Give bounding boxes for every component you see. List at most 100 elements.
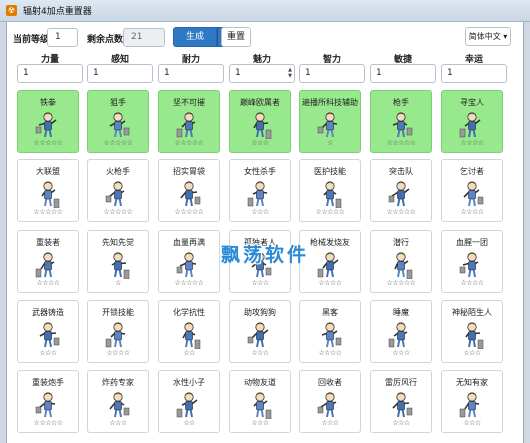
hacker-icon [316, 321, 344, 349]
language-select[interactable]: 简体中文 ▾ [465, 27, 511, 46]
stat-input[interactable]: 1 [299, 64, 365, 83]
perk-card[interactable]: 寻宝人 ☆☆☆☆ [441, 90, 503, 153]
generate-button[interactable]: 生成 [173, 27, 217, 47]
rifleman-icon [104, 111, 132, 139]
perk-stars: ☆☆☆☆☆ [315, 208, 345, 216]
idiot-savant-icon [458, 391, 486, 419]
perk-card[interactable]: 重装炮手 ☆☆☆☆☆ [17, 370, 79, 433]
perk-card[interactable]: 医护技能 ☆☆☆☆☆ [299, 159, 361, 222]
perk-card[interactable]: 先知先觉 ☆ [87, 230, 149, 293]
perk-stars: ☆☆☆☆ [460, 279, 484, 287]
window-title: 辐射4加点重置器 [23, 7, 92, 17]
stat-value: 1 [376, 68, 382, 78]
perk-card[interactable]: 重装者 ☆☆☆☆ [17, 230, 79, 293]
demolition-icon [104, 391, 132, 419]
perk-stars: ☆☆☆☆☆ [103, 139, 133, 147]
perk-card[interactable]: 遍播所科技辅助 ☆ [299, 90, 361, 153]
perk-stars: ☆☆☆☆☆ [386, 139, 416, 147]
perk-card[interactable]: 助攻狗狗 ☆☆☆ [229, 300, 291, 363]
perk-name: 动物友道 [244, 378, 276, 387]
perk-stars: ☆☆☆☆ [460, 139, 484, 147]
scrounger-icon [458, 111, 486, 139]
perk-card[interactable]: 神秘陌生人 ☆☆☆ [441, 300, 503, 363]
perk-stars: ☆☆☆☆ [460, 208, 484, 216]
perk-card[interactable]: 狙手 ☆☆☆☆☆ [87, 90, 149, 153]
perk-card[interactable]: 化学抗性 ☆☆ [158, 300, 220, 363]
perk-card[interactable]: 血腥一团 ☆☆☆☆ [441, 230, 503, 293]
medic-icon [316, 180, 344, 209]
perk-name: 重装炮手 [32, 378, 64, 387]
musket-icon [104, 180, 132, 208]
perk-stars: ☆☆☆ [251, 349, 269, 357]
perk-card[interactable]: 回收者 ☆☆☆ [299, 370, 361, 433]
animal-friend-icon [246, 391, 274, 420]
perk-card[interactable]: 火枪手 ☆☆☆☆☆ [87, 159, 149, 222]
perk-card[interactable]: 血量再满 ☆☆☆☆☆ [158, 230, 220, 293]
perk-name: 重装者 [36, 238, 60, 247]
armorer-icon [34, 251, 62, 279]
perk-name: 血量再满 [173, 238, 205, 247]
perk-card[interactable]: 突击队 ☆☆☆☆☆ [370, 159, 432, 222]
perk-stars: ☆☆☆☆☆ [33, 208, 63, 216]
main-panel: 当前等级 1 剩余点数 21 生成 ▾ 重置 简体中文 ▾ 力量1感知1耐力1魅… [6, 22, 524, 443]
perk-card[interactable]: 开锁技能 ☆☆☆☆ [87, 300, 149, 363]
perk-card[interactable]: 动物友道 ☆☆☆ [229, 370, 291, 433]
app-icon: ☢ [6, 5, 17, 16]
stat-input[interactable]: 1 [370, 64, 436, 83]
perk-card[interactable]: 潜行 ☆☆☆☆☆ [370, 230, 432, 293]
perk-stars: ☆☆ [183, 349, 195, 357]
perk-name: 神秘陌生人 [452, 308, 492, 317]
perk-name: 巅峰欧属者 [240, 98, 280, 107]
gunslinger-icon [387, 111, 415, 139]
stat-input[interactable]: 1 ▲ ▼ [229, 64, 295, 83]
perk-card[interactable]: 大联盟 ☆☆☆☆☆ [17, 159, 79, 222]
reset-button[interactable]: 重置 [221, 27, 251, 47]
perk-name: 回收者 [318, 378, 342, 387]
perk-card[interactable]: 乞讨者 ☆☆☆☆ [441, 159, 503, 222]
perk-stars: ☆☆☆☆☆ [103, 208, 133, 216]
points-field: 21 [123, 28, 165, 47]
perk-card[interactable]: 水性小子 ☆☆ [158, 370, 220, 433]
level-label: 当前等级 [13, 35, 50, 45]
spinner-arrows-icon[interactable]: ▲ ▼ [288, 67, 292, 79]
perk-stars: ☆☆☆ [251, 208, 269, 216]
perk-stars: ☆☆☆ [392, 349, 410, 357]
stat-input[interactable]: 1 [441, 64, 507, 83]
awareness-icon [104, 251, 132, 280]
toughness-icon [175, 111, 203, 139]
perk-card[interactable]: 巅峰欧属者 ☆☆☆ [229, 90, 291, 153]
perk-card[interactable]: 睡魔 ☆☆☆ [370, 300, 432, 363]
heavy-gunner-icon [34, 391, 62, 419]
perk-name: 火枪手 [106, 167, 130, 176]
perk-stars: ☆☆☆ [251, 279, 269, 287]
window-titlebar: ☢ 辐射4加点重置器 [0, 0, 530, 22]
perk-card[interactable]: 武器铸造 ☆☆☆ [17, 300, 79, 363]
perk-card[interactable]: 女性杀手 ☆☆☆ [229, 159, 291, 222]
chem-resistant-icon [175, 321, 203, 350]
lady-killer-icon [246, 180, 274, 208]
perk-card[interactable]: 铁拳 ☆☆☆☆☆ [17, 90, 79, 153]
stat-input[interactable]: 1 [87, 64, 153, 83]
attack-dog-icon [246, 321, 274, 349]
scrapper-icon [316, 391, 344, 419]
perk-card[interactable]: 枪手 ☆☆☆☆☆ [370, 90, 432, 153]
stomach-icon [175, 180, 203, 208]
perk-stars: ☆☆☆ [251, 139, 269, 147]
perk-card[interactable]: 招实胃袋 ☆☆☆☆☆ [158, 159, 220, 222]
stat-input[interactable]: 1 [158, 64, 224, 83]
fist-icon [34, 111, 62, 139]
perk-card[interactable]: 雷厉风行 ☆☆☆ [370, 370, 432, 433]
level-input[interactable]: 1 [47, 28, 78, 47]
fortune-finder-icon [458, 180, 486, 208]
perk-name: 铁拳 [40, 98, 56, 107]
perk-name: 寻宝人 [460, 98, 484, 107]
perk-card[interactable]: 黑客 ☆☆☆☆ [299, 300, 361, 363]
locksmith-icon [104, 321, 132, 349]
perk-card[interactable]: 坚不可摧 ☆☆☆☆☆ [158, 90, 220, 153]
perk-card[interactable]: 无知有家 ☆☆☆ [441, 370, 503, 433]
perk-name: 雷厉风行 [385, 378, 417, 387]
perk-name: 黑客 [322, 308, 338, 317]
perk-stars: ☆☆☆☆☆ [386, 279, 416, 287]
stat-input[interactable]: 1 [17, 64, 83, 83]
perk-card[interactable]: 炸药专家 ☆☆☆ [87, 370, 149, 433]
